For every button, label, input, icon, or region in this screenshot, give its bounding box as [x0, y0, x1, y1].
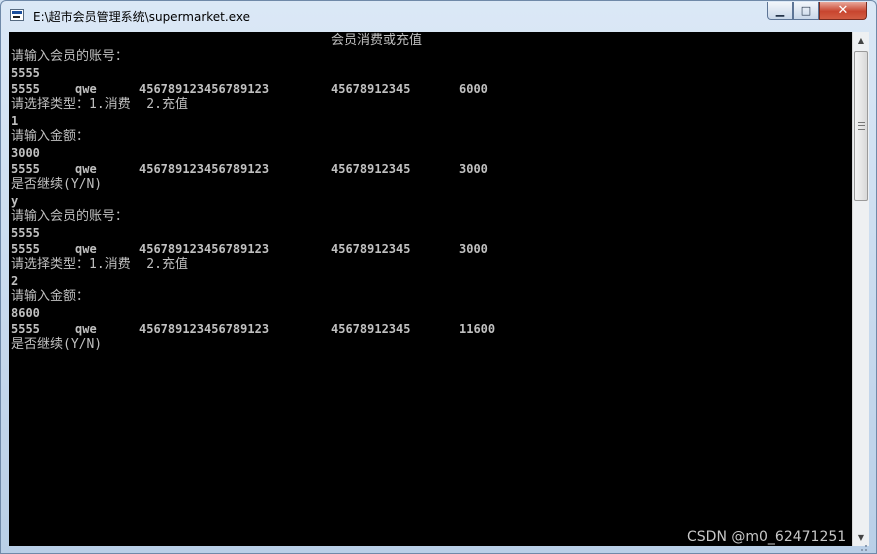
console-window: E:\超市会员管理系统\supermarket.exe ▁ □ ✕ 会员消费或充… [0, 0, 877, 554]
record-balance: 6000 [459, 82, 488, 96]
record-card: 456789123456789123 [139, 162, 270, 176]
user-input-line: 3000 [11, 146, 40, 160]
prompt-line: 请输入会员的账号： [11, 209, 129, 224]
maximize-button[interactable]: □ [793, 2, 819, 20]
maximize-icon: □ [800, 4, 812, 17]
member-record-row: 5555 qwe 456789123456789123 45678912345 3000 [11, 241, 711, 257]
user-input-line: y [11, 194, 19, 208]
record-balance: 3000 [459, 162, 488, 176]
prompt-line: 请输入金额： [11, 289, 90, 304]
record-name: qwe [75, 242, 97, 256]
vertical-scrollbar[interactable]: ▲ ▼ [852, 32, 869, 546]
member-record-row: 5555 qwe 456789123456789123 45678912345 6000 [11, 81, 711, 97]
scrollbar-grip-icon [858, 122, 865, 130]
member-record-row: 5555 qwe 456789123456789123 45678912345 1160… [11, 321, 711, 337]
user-input-line: 1 [11, 114, 19, 128]
user-input-line: 8600 [11, 306, 40, 320]
minimize-icon: ▁ [775, 4, 785, 17]
record-phone: 45678912345 [331, 162, 411, 176]
prompt-line: 请输入会员的账号： [11, 49, 129, 64]
prompt-line: 请输入金额： [11, 129, 90, 144]
record-id: 5555 [11, 322, 40, 336]
title-bar[interactable]: E:\超市会员管理系统\supermarket.exe [1, 1, 876, 31]
prompt-line: 是否继续(Y/N) [11, 337, 103, 352]
record-id: 5555 [11, 162, 40, 176]
record-card: 456789123456789123 [139, 322, 270, 336]
scroll-up-icon: ▲ [857, 36, 865, 45]
record-balance: 11600 [459, 322, 496, 336]
record-name: qwe [75, 162, 97, 176]
close-icon: ✕ [837, 3, 849, 18]
member-record-row: 5555 qwe 456789123456789123 45678912345 3000 [11, 161, 711, 177]
record-phone: 45678912345 [331, 82, 411, 96]
console-app-icon[interactable] [10, 9, 24, 21]
scrollbar-thumb[interactable] [854, 51, 868, 201]
watermark: CSDN @m0_62471251 [687, 529, 847, 545]
close-button[interactable]: ✕ [819, 2, 867, 20]
console-header: 会员消费或充值 [331, 33, 423, 48]
user-input-line: 2 [11, 274, 19, 288]
scroll-down-icon: ▼ [857, 533, 865, 542]
record-name: qwe [75, 322, 97, 336]
record-name: qwe [75, 82, 97, 96]
record-card: 456789123456789123 [139, 82, 270, 96]
prompt-line: 是否继续(Y/N) [11, 177, 103, 192]
record-card: 456789123456789123 [139, 242, 270, 256]
user-input-line: 5555 [11, 226, 40, 240]
record-id: 5555 [11, 82, 40, 96]
record-balance: 3000 [459, 242, 488, 256]
record-phone: 45678912345 [331, 242, 411, 256]
prompt-line: 请选择类型：1.消费 2.充值 [11, 257, 188, 272]
console-output[interactable]: 会员消费或充值 请输入会员的账号： 5555 5555 qwe 456789123456… [9, 32, 852, 546]
prompt-line: 请选择类型：1.消费 2.充值 [11, 97, 188, 112]
record-phone: 45678912345 [331, 322, 411, 336]
resize-grip-icon[interactable] [854, 544, 868, 552]
scroll-up-button[interactable]: ▲ [853, 32, 869, 49]
minimize-button[interactable]: ▁ [767, 2, 793, 20]
window-title: E:\超市会员管理系统\supermarket.exe [33, 10, 250, 24]
record-id: 5555 [11, 242, 40, 256]
user-input-line: 5555 [11, 66, 40, 80]
